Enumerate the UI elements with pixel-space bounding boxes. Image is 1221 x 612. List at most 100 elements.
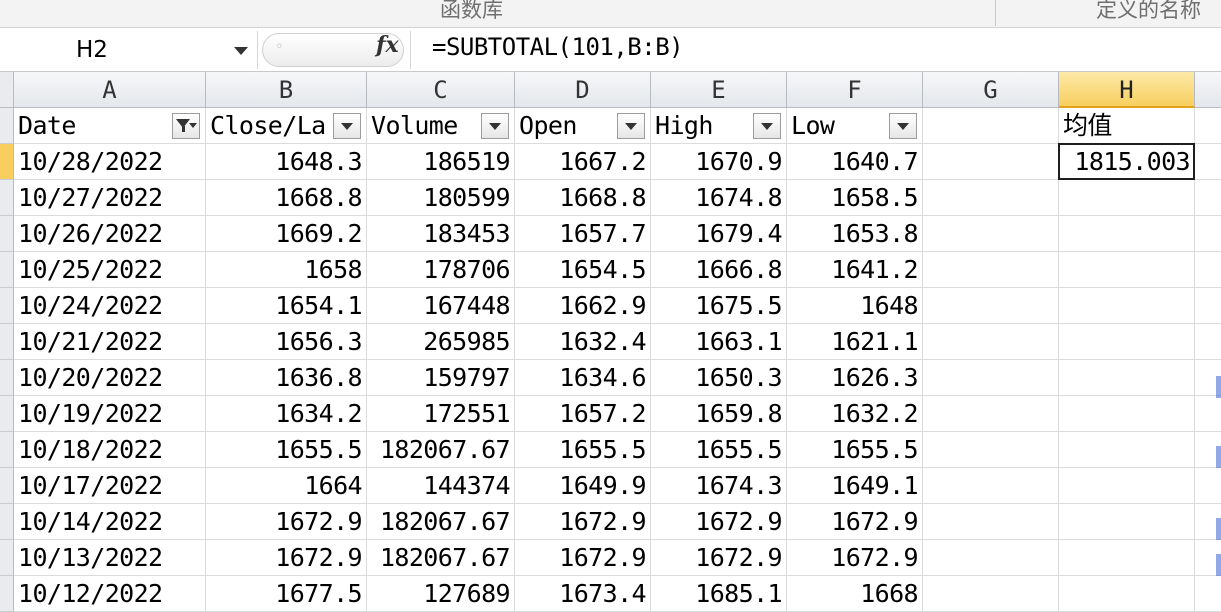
cell-e10[interactable]: 1655.5 [651, 432, 787, 468]
cell-h6[interactable] [1059, 288, 1195, 324]
cell-a5[interactable]: 10/25/2022 [14, 252, 206, 288]
cell-i1[interactable] [1195, 108, 1221, 144]
column-header-a[interactable]: A [14, 72, 206, 108]
filter-dropdown-icon-d[interactable] [617, 113, 645, 139]
cell-d11[interactable]: 1649.9 [515, 468, 651, 504]
cell-a10[interactable]: 10/18/2022 [14, 432, 206, 468]
cell-h9[interactable] [1059, 396, 1195, 432]
row-header-11[interactable] [0, 468, 14, 504]
row-header-8[interactable] [0, 360, 14, 396]
column-header-next[interactable] [1195, 72, 1221, 108]
cell-f3[interactable]: 1658.5 [787, 180, 923, 216]
cell-d5[interactable]: 1654.5 [515, 252, 651, 288]
cell-c3[interactable]: 180599 [367, 180, 515, 216]
cell-c14[interactable]: 127689 [367, 576, 515, 612]
name-box-dropdown-icon[interactable] [234, 47, 248, 55]
row-header-14[interactable] [0, 576, 14, 612]
cell-b10[interactable]: 1655.5 [206, 432, 367, 468]
cell-c6[interactable]: 167448 [367, 288, 515, 324]
cell-e11[interactable]: 1674.3 [651, 468, 787, 504]
cell-e5[interactable]: 1666.8 [651, 252, 787, 288]
cell-a2[interactable]: 10/28/2022 [14, 144, 206, 180]
cell-a7[interactable]: 10/21/2022 [14, 324, 206, 360]
cell-i6[interactable] [1195, 288, 1221, 324]
filter-dropdown-icon-c[interactable] [481, 113, 509, 139]
cell-i9[interactable] [1195, 396, 1221, 432]
cell-f5[interactable]: 1641.2 [787, 252, 923, 288]
cell-g5[interactable] [923, 252, 1059, 288]
cell-i3[interactable] [1195, 180, 1221, 216]
cell-e8[interactable]: 1650.3 [651, 360, 787, 396]
select-all-corner[interactable] [0, 72, 14, 108]
cell-a11[interactable]: 10/17/2022 [14, 468, 206, 504]
cell-f11[interactable]: 1649.1 [787, 468, 923, 504]
row-header-1[interactable] [0, 108, 14, 144]
row-header-5[interactable] [0, 252, 14, 288]
cell-d10[interactable]: 1655.5 [515, 432, 651, 468]
cell-c4[interactable]: 183453 [367, 216, 515, 252]
cell-h12[interactable] [1059, 504, 1195, 540]
cell-d9[interactable]: 1657.2 [515, 396, 651, 432]
cell-c2[interactable]: 186519 [367, 144, 515, 180]
cell-e13[interactable]: 1672.9 [651, 540, 787, 576]
cell-b14[interactable]: 1677.5 [206, 576, 367, 612]
cell-i5[interactable] [1195, 252, 1221, 288]
row-header-4[interactable] [0, 216, 14, 252]
cell-d12[interactable]: 1672.9 [515, 504, 651, 540]
cell-a13[interactable]: 10/13/2022 [14, 540, 206, 576]
column-header-f[interactable]: F [787, 72, 923, 108]
cell-g9[interactable] [923, 396, 1059, 432]
cell-d3[interactable]: 1668.8 [515, 180, 651, 216]
cell-f10[interactable]: 1655.5 [787, 432, 923, 468]
cell-d4[interactable]: 1657.7 [515, 216, 651, 252]
name-box[interactable]: H2 [0, 31, 258, 69]
column-header-d[interactable]: D [515, 72, 651, 108]
cell-g10[interactable] [923, 432, 1059, 468]
column-header-g[interactable]: G [923, 72, 1059, 108]
cell-d6[interactable]: 1662.9 [515, 288, 651, 324]
cell-c8[interactable]: 159797 [367, 360, 515, 396]
cell-g6[interactable] [923, 288, 1059, 324]
cell-g13[interactable] [923, 540, 1059, 576]
cell-f7[interactable]: 1621.1 [787, 324, 923, 360]
cell-e14[interactable]: 1685.1 [651, 576, 787, 612]
cell-f2[interactable]: 1640.7 [787, 144, 923, 180]
cell-h10[interactable] [1059, 432, 1195, 468]
row-header-7[interactable] [0, 324, 14, 360]
filter-dropdown-icon-f[interactable] [889, 113, 917, 139]
cell-f9[interactable]: 1632.2 [787, 396, 923, 432]
row-header-9[interactable] [0, 396, 14, 432]
cell-g12[interactable] [923, 504, 1059, 540]
cell-h7[interactable] [1059, 324, 1195, 360]
ribbon-group-function-library[interactable]: 函数库 [440, 0, 503, 24]
cell-e4[interactable]: 1679.4 [651, 216, 787, 252]
cell-e6[interactable]: 1675.5 [651, 288, 787, 324]
header-cell-h[interactable]: 均值 [1059, 108, 1195, 144]
cell-b5[interactable]: 1658 [206, 252, 367, 288]
filter-dropdown-icon-b[interactable] [333, 113, 361, 139]
cell-d2[interactable]: 1667.2 [515, 144, 651, 180]
cell-f12[interactable]: 1672.9 [787, 504, 923, 540]
cell-f13[interactable]: 1672.9 [787, 540, 923, 576]
column-header-c[interactable]: C [367, 72, 515, 108]
cell-h4[interactable] [1059, 216, 1195, 252]
cell-c11[interactable]: 144374 [367, 468, 515, 504]
cell-h13[interactable] [1059, 540, 1195, 576]
row-header-2[interactable] [0, 144, 14, 180]
cell-c13[interactable]: 182067.67 [367, 540, 515, 576]
cell-b8[interactable]: 1636.8 [206, 360, 367, 396]
cell-d7[interactable]: 1632.4 [515, 324, 651, 360]
cell-a8[interactable]: 10/20/2022 [14, 360, 206, 396]
cell-i4[interactable] [1195, 216, 1221, 252]
cell-e9[interactable]: 1659.8 [651, 396, 787, 432]
cell-c9[interactable]: 172551 [367, 396, 515, 432]
cell-f4[interactable]: 1653.8 [787, 216, 923, 252]
cell-g8[interactable] [923, 360, 1059, 396]
cell-d14[interactable]: 1673.4 [515, 576, 651, 612]
cell-b12[interactable]: 1672.9 [206, 504, 367, 540]
cell-d13[interactable]: 1672.9 [515, 540, 651, 576]
cell-f14[interactable]: 1668 [787, 576, 923, 612]
cell-a12[interactable]: 10/14/2022 [14, 504, 206, 540]
cell-i2[interactable] [1195, 144, 1221, 180]
cell-h8[interactable] [1059, 360, 1195, 396]
